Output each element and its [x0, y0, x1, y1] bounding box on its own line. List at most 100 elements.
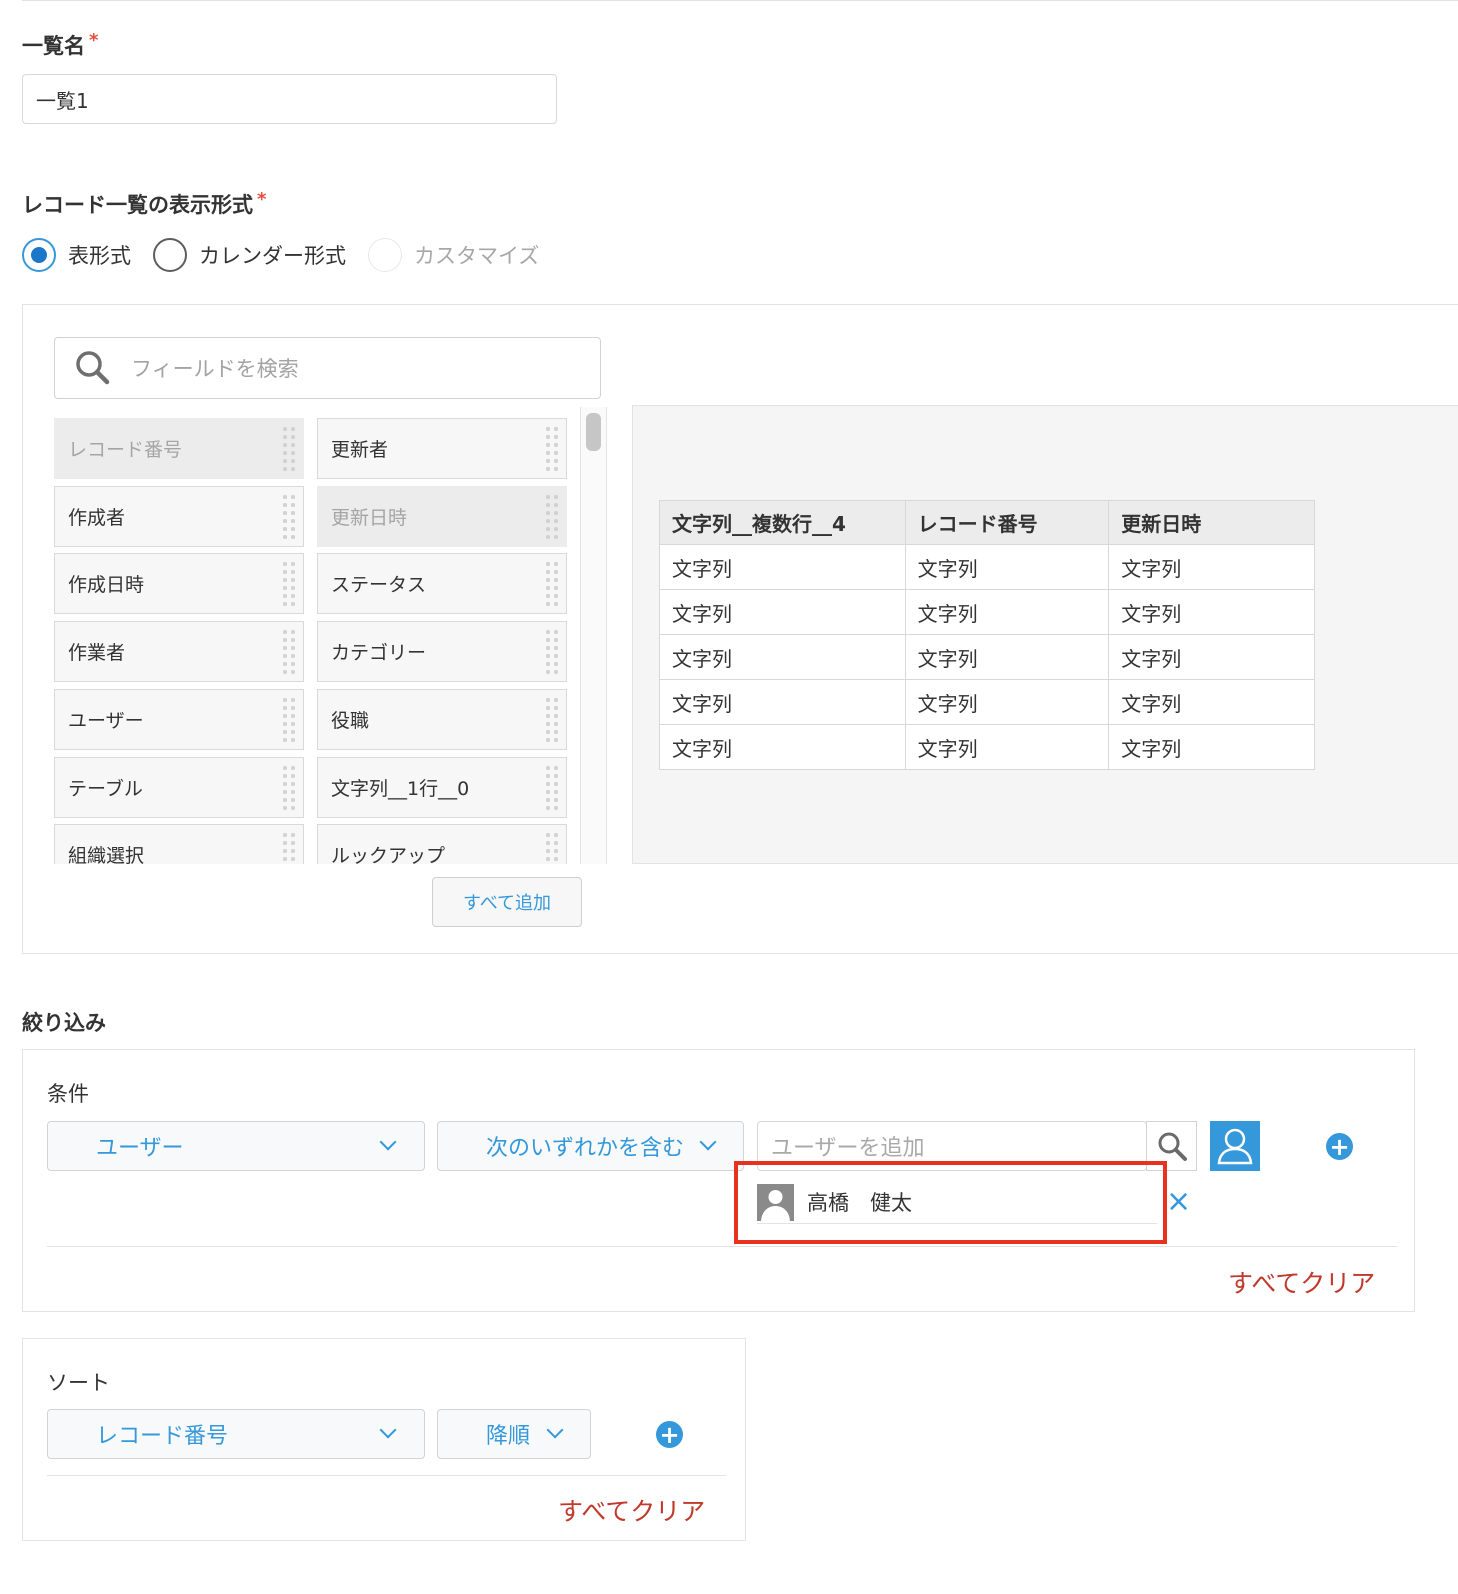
table-cell: 文字列: [659, 544, 906, 590]
drag-handle-icon[interactable]: [544, 425, 560, 473]
add-condition-button[interactable]: +: [1326, 1133, 1353, 1160]
drag-handle-icon[interactable]: [544, 764, 560, 812]
chevron-down-icon: [546, 1421, 564, 1439]
list-name-value: 一覧1: [36, 88, 89, 113]
filter-section-label: 絞り込み: [22, 1011, 106, 1035]
table-cell: 文字列: [659, 634, 906, 680]
display-format-options: 表形式 カレンダー形式 カスタマイズ: [22, 238, 561, 272]
drag-handle-icon[interactable]: [281, 628, 297, 676]
table-cell: 文字列: [904, 679, 1110, 725]
field-item-assignee[interactable]: 作業者: [54, 621, 304, 682]
field-item-category[interactable]: カテゴリー: [317, 621, 567, 682]
filter-field-select-value: ユーザー: [96, 1136, 184, 1161]
table-row: 文字列 文字列 文字列: [659, 679, 1315, 725]
drag-handle-icon[interactable]: [544, 560, 560, 608]
field-item-status[interactable]: ステータス: [317, 553, 567, 614]
table-row: 文字列 文字列 文字列: [659, 544, 1315, 590]
add-all-fields-button[interactable]: すべて追加: [432, 877, 582, 927]
table-row: 文字列 文字列 文字列: [659, 724, 1315, 770]
field-search-box[interactable]: フィールドを検索: [54, 337, 601, 399]
required-mark: *: [257, 189, 267, 210]
add-sort-button[interactable]: +: [656, 1421, 683, 1448]
chevron-down-icon: [379, 1421, 397, 1439]
radio-calendar-format[interactable]: [153, 238, 187, 272]
table-cell: 文字列: [659, 589, 906, 635]
list-name-label: 一覧名 *: [22, 30, 99, 58]
sort-order-select[interactable]: 降順: [437, 1409, 591, 1459]
field-item-table[interactable]: テーブル: [54, 757, 304, 818]
field-item-updater[interactable]: 更新者: [317, 418, 567, 479]
table-cell: 文字列: [904, 544, 1110, 590]
remove-user-icon[interactable]: ×: [1166, 1186, 1191, 1218]
table-cell: 文字列: [1108, 544, 1315, 590]
drag-handle-icon[interactable]: [281, 560, 297, 608]
radio-custom-format: [368, 238, 402, 272]
sort-order-select-value: 降順: [486, 1424, 531, 1449]
highlight-box: [734, 1161, 1167, 1244]
preview-column-header[interactable]: 更新日時: [1108, 500, 1315, 545]
table-row: 文字列 文字列 文字列: [659, 634, 1315, 680]
drag-handle-icon[interactable]: [281, 696, 297, 744]
drag-handle-icon[interactable]: [281, 764, 297, 812]
radio-table-format[interactable]: [22, 238, 56, 272]
table-cell: 文字列: [1108, 679, 1315, 725]
field-item-record-number[interactable]: レコード番号: [54, 418, 304, 479]
field-item-updated-datetime[interactable]: 更新日時: [317, 486, 567, 547]
radio-custom-format-label: カスタマイズ: [414, 244, 540, 268]
field-item-text-single-line[interactable]: 文字列__1行__0: [317, 757, 567, 818]
filter-divider: [47, 1246, 1397, 1247]
field-item-created-datetime[interactable]: 作成日時: [54, 553, 304, 614]
filter-operator-select[interactable]: 次のいずれかを含む: [437, 1121, 744, 1171]
preview-table-header-row: 文字列__複数行__4 レコード番号 更新日時: [659, 500, 1315, 545]
sort-clear-all-link[interactable]: すべてクリア: [558, 1492, 705, 1528]
drag-handle-icon[interactable]: [281, 831, 297, 864]
drag-handle-icon[interactable]: [544, 493, 560, 541]
list-name-input[interactable]: 一覧1: [22, 74, 557, 124]
field-search-placeholder: フィールドを検索: [131, 357, 299, 381]
sort-field-select[interactable]: レコード番号: [47, 1409, 425, 1459]
drag-handle-icon[interactable]: [544, 696, 560, 744]
table-cell: 文字列: [904, 724, 1110, 770]
filter-operator-select-value: 次のいずれかを含む: [486, 1136, 685, 1161]
table-cell: 文字列: [1108, 724, 1315, 770]
drag-handle-icon[interactable]: [544, 628, 560, 676]
table-cell: 文字列: [1108, 634, 1315, 680]
search-icon: [76, 351, 110, 385]
display-format-label: レコード一覧の表示形式 *: [22, 189, 267, 217]
drag-handle-icon[interactable]: [281, 493, 297, 541]
table-cell: 文字列: [1108, 589, 1315, 635]
field-list-scroll-thumb[interactable]: [586, 413, 601, 451]
filter-clear-all-link[interactable]: すべてクリア: [1228, 1264, 1375, 1300]
field-item-creator[interactable]: 作成者: [54, 486, 304, 547]
field-list-scrollbar[interactable]: [580, 407, 607, 864]
table-cell: 文字列: [659, 724, 906, 770]
drag-handle-icon[interactable]: [281, 425, 297, 473]
user-icon: [1217, 1128, 1253, 1165]
chevron-down-icon: [379, 1133, 397, 1151]
user-add-placeholder: ユーザーを追加: [771, 1136, 925, 1161]
field-item-lookup[interactable]: ルックアップ: [317, 824, 567, 864]
preview-column-header[interactable]: 文字列__複数行__4: [659, 500, 906, 545]
field-list: レコード番号 更新者 作成者 更新日時 作成日時 ステータス 作業者 カテゴリー…: [54, 411, 579, 864]
field-item-org-select[interactable]: 組織選択: [54, 824, 304, 864]
table-cell: 文字列: [904, 589, 1110, 635]
user-picker-button[interactable]: [1210, 1121, 1260, 1171]
search-icon: [1158, 1132, 1187, 1161]
preview-column-header[interactable]: レコード番号: [904, 500, 1110, 545]
sort-divider: [47, 1475, 726, 1476]
filter-field-select[interactable]: ユーザー: [47, 1121, 425, 1171]
field-item-position[interactable]: 役職: [317, 689, 567, 750]
top-divider: [22, 0, 1458, 1]
preview-table: 文字列__複数行__4 レコード番号 更新日時 文字列 文字列 文字列 文字列 …: [659, 500, 1315, 770]
radio-calendar-format-label[interactable]: カレンダー形式: [199, 240, 346, 270]
radio-table-format-label[interactable]: 表形式: [68, 240, 131, 270]
filter-panel: [22, 1049, 1415, 1312]
table-cell: 文字列: [904, 634, 1110, 680]
sort-label: ソート: [47, 1371, 110, 1395]
required-mark: *: [89, 30, 99, 51]
chevron-down-icon: [699, 1133, 717, 1151]
conditions-label: 条件: [47, 1082, 89, 1106]
drag-handle-icon[interactable]: [544, 831, 560, 864]
field-item-user[interactable]: ユーザー: [54, 689, 304, 750]
table-cell: 文字列: [659, 679, 906, 725]
